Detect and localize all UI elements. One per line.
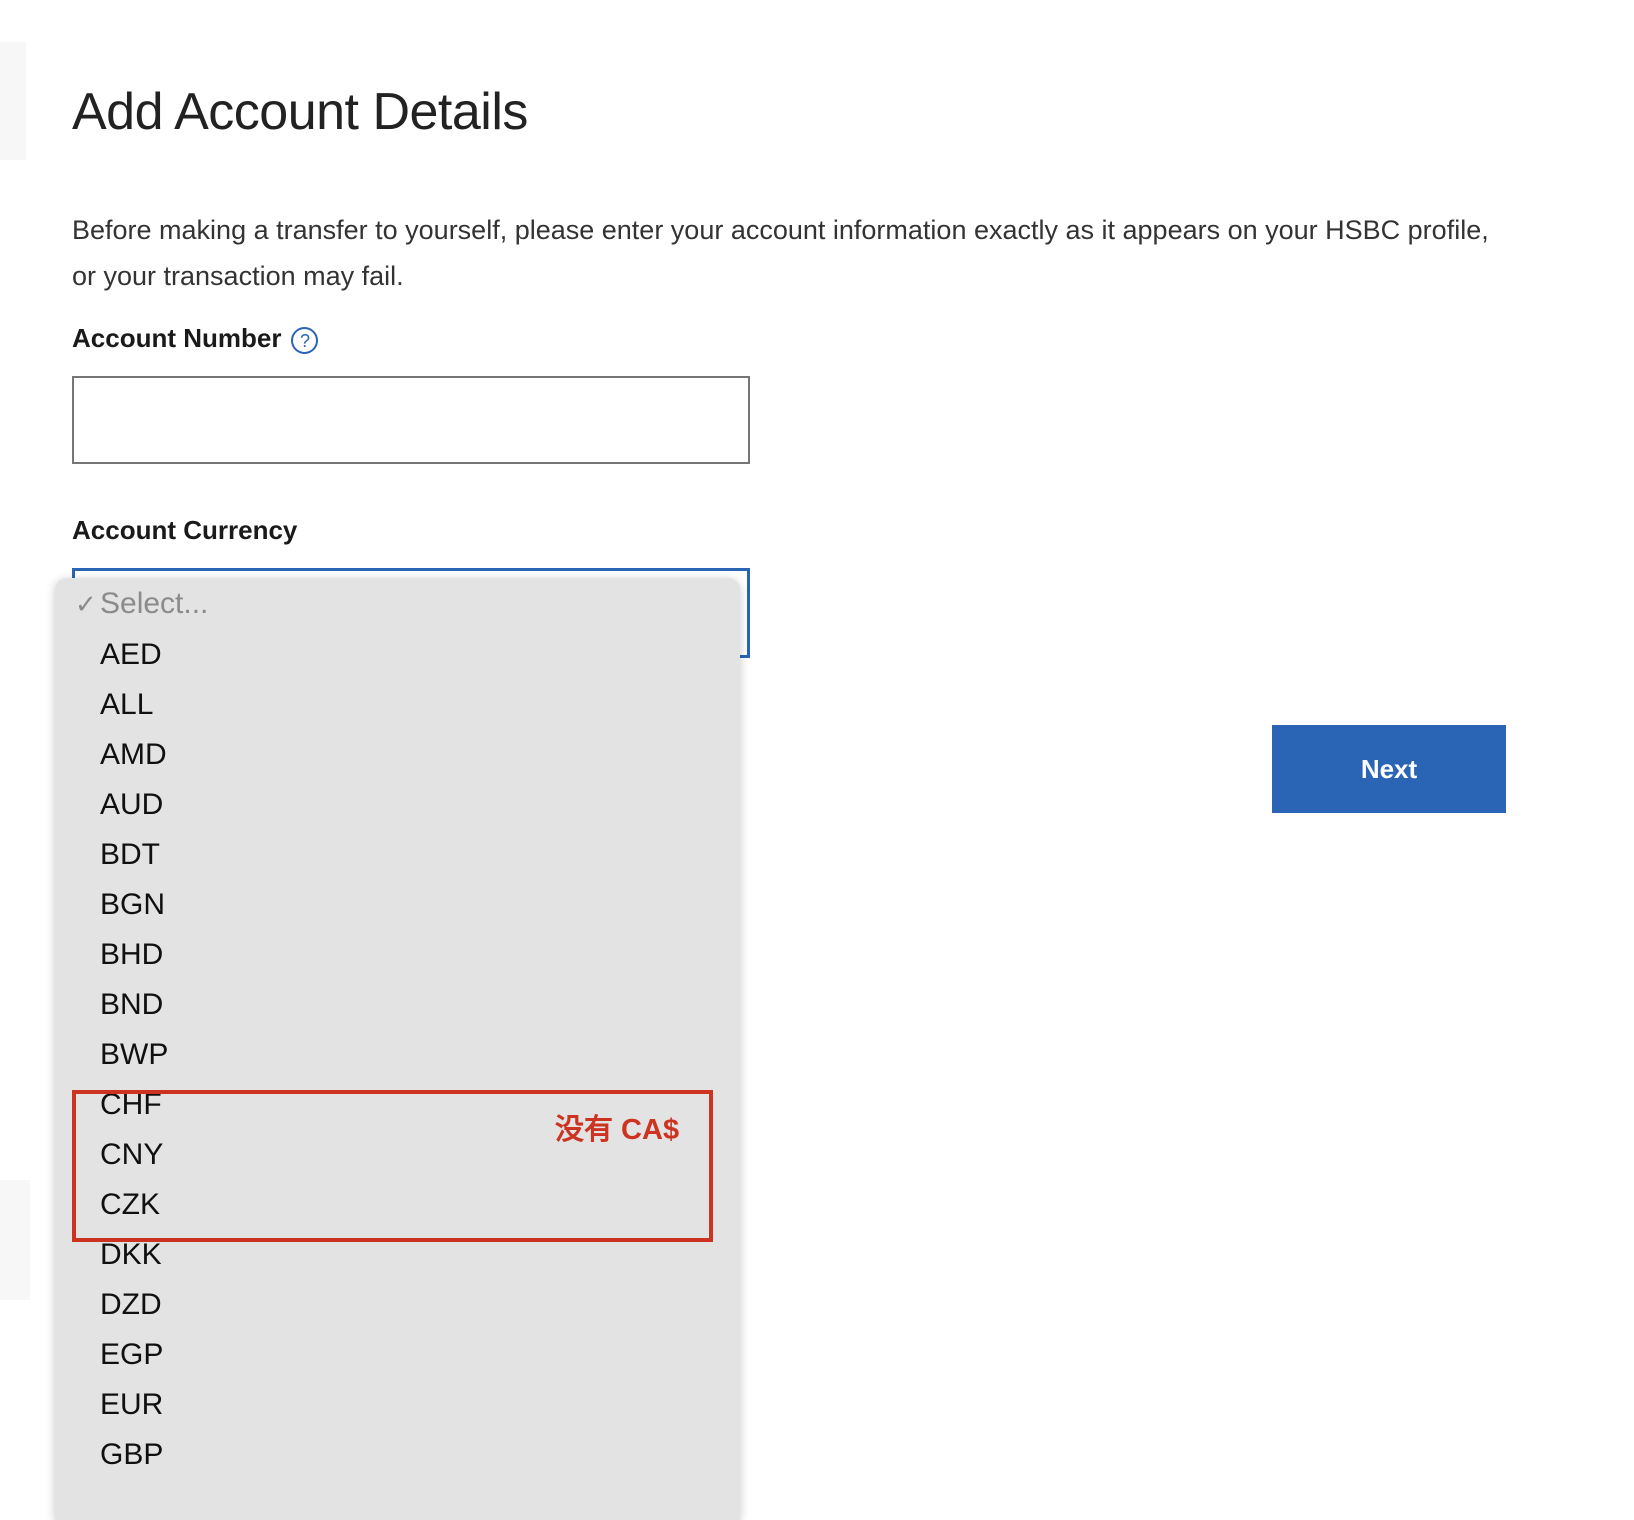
currency-option-label: GBP <box>100 1438 164 1471</box>
currency-option-dzd[interactable]: DZD <box>55 1280 740 1330</box>
next-button[interactable]: Next <box>1272 725 1506 813</box>
currency-option-all[interactable]: ALL <box>55 680 740 730</box>
page-title: Add Account Details <box>72 82 528 141</box>
currency-option-label: BGN <box>100 888 166 921</box>
currency-option-label: BDT <box>100 838 160 871</box>
currency-option-aed[interactable]: AED <box>55 630 740 680</box>
account-number-label-text: Account Number <box>72 323 282 353</box>
intro-text: Before making a transfer to yourself, pl… <box>72 215 1489 291</box>
currency-option-bwp[interactable]: BWP <box>55 1030 740 1080</box>
currency-option-label: BWP <box>100 1038 169 1071</box>
currency-option-label: BHD <box>100 938 164 971</box>
annotation-text: 没有 CA$ <box>555 1114 680 1146</box>
currency-option-label: BND <box>100 988 164 1021</box>
currency-option-bgn[interactable]: BGN <box>55 880 740 930</box>
currency-option-label: CHF <box>100 1088 162 1121</box>
currency-option-aud[interactable]: AUD <box>55 780 740 830</box>
currency-option-bnd[interactable]: BND <box>55 980 740 1030</box>
left-edge-artifact-lower <box>0 1180 30 1300</box>
currency-option-eur[interactable]: EUR <box>55 1380 740 1430</box>
currency-option-select[interactable]: ✓ Select... <box>55 578 740 630</box>
currency-option-label: AED <box>100 638 162 671</box>
currency-option-bhd[interactable]: BHD <box>55 930 740 980</box>
currency-option-label: EUR <box>100 1388 164 1421</box>
account-currency-label: Account Currency <box>72 515 297 546</box>
currency-option-label: AUD <box>100 788 164 821</box>
currency-option-label: CZK <box>100 1188 160 1221</box>
account-currency-dropdown-list[interactable]: ✓ Select... AED ALL AMD AUD BDT BGN BHD BND BWP CHF… <box>55 578 740 1520</box>
currency-option-label: DKK <box>100 1238 162 1271</box>
account-currency-label-text: Account Currency <box>72 515 298 545</box>
check-icon: ✓ <box>75 588 97 619</box>
currency-option-bdt[interactable]: BDT <box>55 830 740 880</box>
left-edge-artifact <box>0 42 26 160</box>
account-number-label: Account Number ? <box>72 323 319 354</box>
currency-option-dkk[interactable]: DKK <box>55 1230 740 1280</box>
currency-option-label: ALL <box>100 688 154 721</box>
question-mark-circle-icon[interactable]: ? <box>291 327 319 354</box>
currency-option-label: AMD <box>100 738 167 771</box>
currency-option-label: EGP <box>100 1338 164 1371</box>
currency-option-amd[interactable]: AMD <box>55 730 740 780</box>
add-account-details-page: Add Account Details Before making a tran… <box>0 0 1634 1520</box>
currency-option-label: Select... <box>100 587 209 620</box>
currency-option-label: DZD <box>100 1288 162 1321</box>
account-number-input[interactable] <box>72 376 750 464</box>
currency-option-gbp[interactable]: GBP <box>55 1430 740 1480</box>
currency-option-czk[interactable]: CZK <box>55 1180 740 1230</box>
currency-option-label: CNY <box>100 1138 164 1171</box>
currency-option-egp[interactable]: EGP <box>55 1330 740 1380</box>
